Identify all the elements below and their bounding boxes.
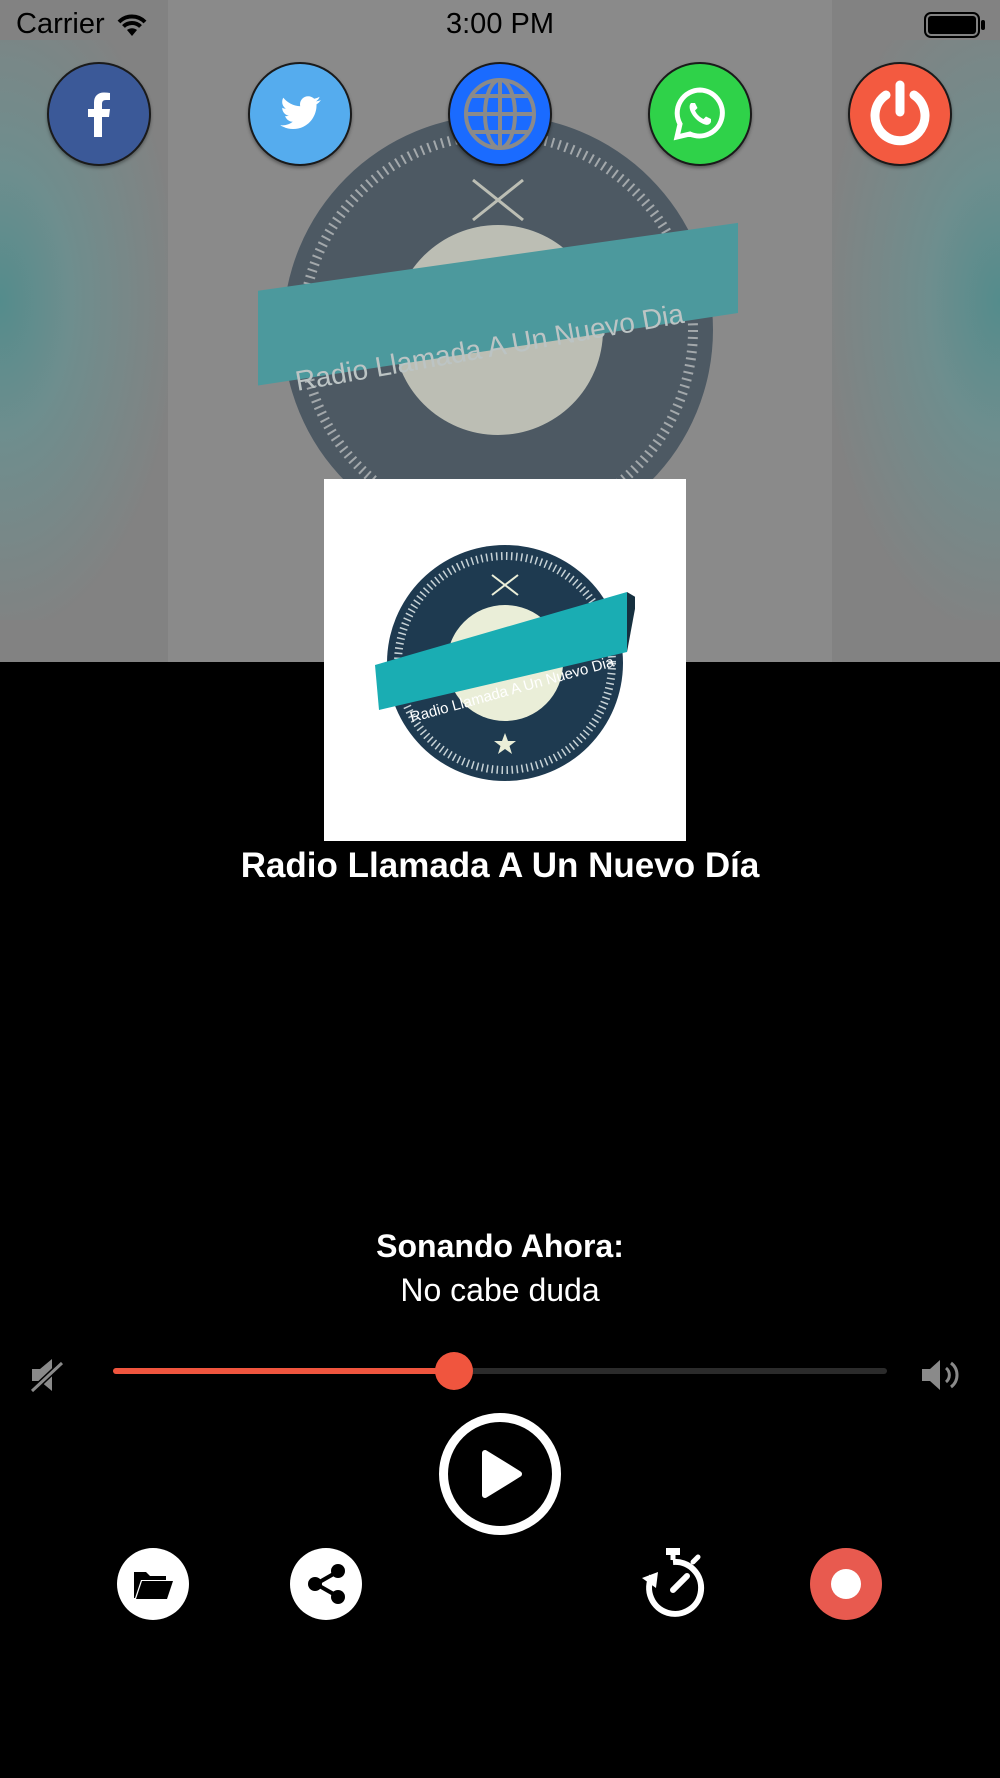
facebook-button[interactable] <box>47 62 151 166</box>
battery-icon <box>924 12 985 38</box>
whatsapp-button[interactable] <box>648 62 752 166</box>
folder-button[interactable] <box>117 1548 189 1620</box>
power-icon <box>870 80 930 146</box>
facebook-icon <box>88 92 110 137</box>
volume-slider-fill <box>113 1368 454 1374</box>
volume-mute-icon[interactable] <box>28 1355 68 1395</box>
status-time: 3:00 PM <box>446 8 554 40</box>
volume-slider-thumb[interactable] <box>434 1352 473 1390</box>
volume-slider[interactable] <box>113 1352 887 1390</box>
hero-logo-image: Radio Llamada A Un Nuevo Dia <box>258 115 738 490</box>
share-icon <box>308 1564 345 1604</box>
station-title: Radio Llamada A Un Nuevo Día <box>240 846 760 885</box>
folder-icon <box>134 1572 173 1599</box>
now-playing-track: No cabe duda <box>400 1272 600 1308</box>
now-playing-label: Sonando Ahora: <box>376 1228 624 1264</box>
globe-icon <box>464 78 536 150</box>
timer-icon <box>642 1548 705 1617</box>
volume-max-icon[interactable] <box>920 1355 962 1395</box>
play-icon <box>482 1450 522 1498</box>
record-button[interactable] <box>810 1548 882 1620</box>
share-button[interactable] <box>290 1548 362 1620</box>
twitter-icon <box>280 96 321 129</box>
whatsapp-icon <box>673 87 725 141</box>
play-button[interactable] <box>439 1413 561 1535</box>
sleep-timer-button[interactable] <box>637 1548 709 1620</box>
website-button[interactable] <box>448 62 552 166</box>
status-bar: Carrier 3:00 PM <box>0 0 1000 50</box>
twitter-button[interactable] <box>248 62 352 166</box>
record-icon <box>831 1569 861 1599</box>
power-button[interactable] <box>848 62 952 166</box>
album-art: Radio Llamada A Un Nuevo Dia <box>324 479 686 841</box>
station-logo-image: Radio Llamada A Un Nuevo Dia <box>375 545 635 781</box>
